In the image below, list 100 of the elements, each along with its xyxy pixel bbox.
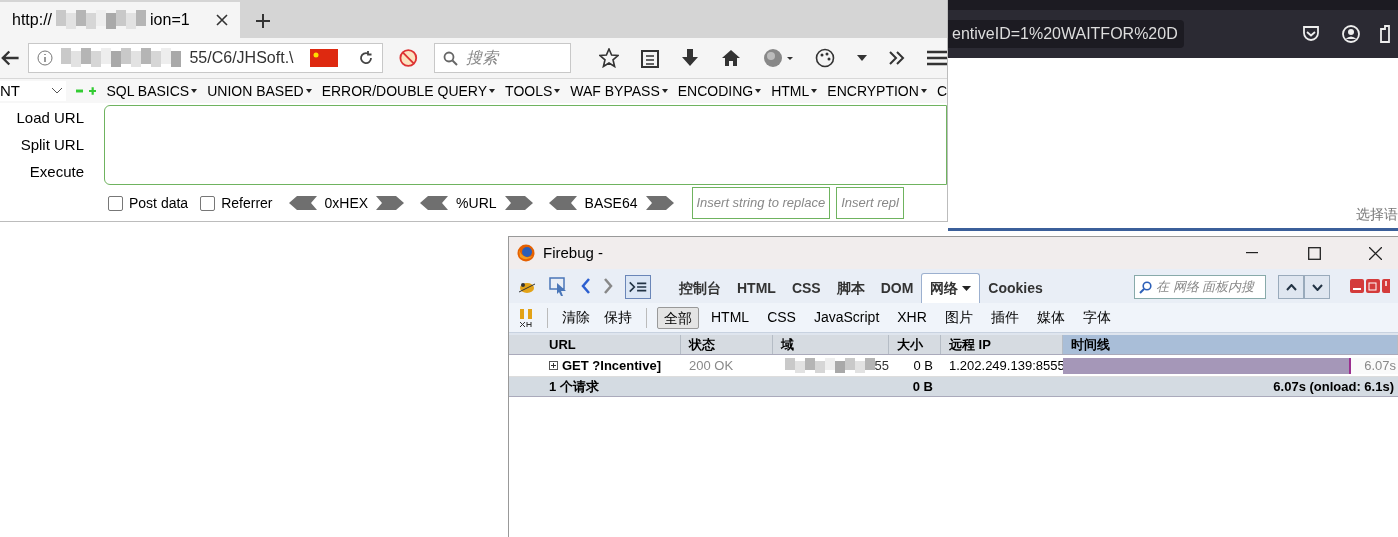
chevron-down-icon <box>1311 283 1323 291</box>
filter-button[interactable]: XHR <box>891 306 933 329</box>
overflow-icon[interactable] <box>889 51 905 66</box>
right-arrow-icon[interactable] <box>376 196 405 211</box>
search-field[interactable]: 在 网络 面板内搜 <box>1134 275 1266 299</box>
next-button[interactable] <box>1304 275 1330 299</box>
menu-button[interactable]: UNION BASED <box>207 80 312 102</box>
plus-icon[interactable] <box>256 13 270 28</box>
menu-icon[interactable] <box>927 50 947 67</box>
close-icon[interactable] <box>1369 246 1382 260</box>
size-cell-text: 0 B <box>912 356 934 375</box>
action-button[interactable]: Load URL <box>0 107 104 129</box>
reload-icon[interactable] <box>358 50 375 67</box>
maximize-icon[interactable] <box>1308 246 1321 260</box>
column-header[interactable]: URL <box>541 335 681 354</box>
encoder-label: 0xHEX <box>324 193 369 213</box>
encoder-label: BASE64 <box>584 193 638 213</box>
forward-icon[interactable] <box>603 278 613 294</box>
toolbar-button[interactable]: 保持 <box>600 307 636 328</box>
column-header[interactable]: 时间线 <box>1063 335 1398 354</box>
timeline-time: 6.07s <box>1364 357 1396 374</box>
column-header[interactable]: 域 <box>773 335 889 354</box>
caret-icon <box>305 89 312 94</box>
minimize-icon[interactable] <box>1246 252 1258 254</box>
back-icon[interactable] <box>581 278 591 294</box>
menu-button[interactable]: ERROR/DOUBLE QUERY <box>321 80 496 102</box>
browser-tab[interactable]: http:// ion=1 <box>0 1 240 38</box>
menu-button[interactable]: ENCODING <box>677 80 762 102</box>
palette-icon[interactable] <box>815 48 835 69</box>
remote-ip-cell-text: 1.202.249.139:8555 <box>948 356 1063 375</box>
restore-icon[interactable] <box>1366 279 1380 293</box>
replace-field[interactable]: Insert repl <box>836 187 904 220</box>
language-label[interactable]: 选择语 <box>1356 204 1398 225</box>
menu-button[interactable]: HTML <box>771 80 818 102</box>
info-icon[interactable] <box>37 50 54 67</box>
filter-button[interactable]: JavaScript <box>807 306 886 329</box>
search-field[interactable]: 搜索 <box>433 43 571 74</box>
expand-icon[interactable] <box>549 361 558 370</box>
clipboard-icon[interactable] <box>641 48 659 69</box>
account-icon[interactable] <box>1342 25 1360 43</box>
status-cell-text: 200 OK <box>688 356 735 375</box>
right-arrow-icon[interactable] <box>645 196 674 211</box>
panel-tab[interactable]: 控制台 <box>671 273 729 303</box>
left-arrow-icon[interactable] <box>288 196 317 211</box>
flag-icon <box>310 49 339 68</box>
panel-tab[interactable]: 网络 <box>921 273 981 303</box>
total-time: 6.07s (onload: 6.1s) <box>1272 377 1395 396</box>
action-button[interactable]: Execute <box>0 161 104 183</box>
left-arrow-icon[interactable] <box>548 196 577 211</box>
encoder-label: %URL <box>456 193 497 213</box>
caret-icon <box>811 89 818 94</box>
total-size: 0 B <box>911 377 934 396</box>
panel-tab[interactable]: HTML <box>729 273 784 303</box>
caret-icon <box>191 89 198 94</box>
toolbar-button[interactable]: 清除 <box>558 307 594 328</box>
filter-button[interactable]: 媒体 <box>1030 306 1071 329</box>
action-button[interactable]: Split URL <box>0 134 104 156</box>
menu-button[interactable]: ENCRYPTION <box>827 80 927 102</box>
previous-button[interactable] <box>1278 275 1304 299</box>
menu-button[interactable]: SQL BASICS <box>106 80 198 102</box>
caret-icon[interactable] <box>857 55 867 62</box>
select-field[interactable]: NT <box>0 81 66 102</box>
replace-field[interactable]: Insert string to replace <box>691 187 831 220</box>
panel-tab[interactable]: 脚本 <box>828 273 873 303</box>
caret-icon <box>920 89 927 94</box>
caret-icon <box>489 89 496 94</box>
filter-button[interactable]: HTML <box>705 306 756 329</box>
filter-button[interactable]: 全部 <box>657 306 699 329</box>
panel-tab[interactable]: CSS <box>783 273 829 303</box>
search-icon <box>442 50 458 66</box>
home-icon[interactable] <box>721 49 741 68</box>
address-bar[interactable]: 55/C6/JHSoft.\ <box>28 43 384 74</box>
globe-icon[interactable] <box>763 48 793 69</box>
tab-title: ion=1 <box>150 9 190 30</box>
menu-button[interactable]: TOOLS <box>505 80 561 102</box>
filter-button[interactable]: 字体 <box>1076 306 1117 329</box>
checkbox-label: Referrer <box>221 193 273 213</box>
checkbox[interactable] <box>200 195 216 211</box>
minimize-icon[interactable] <box>1350 279 1364 293</box>
filter-button[interactable]: CSS <box>761 306 802 329</box>
column-header[interactable]: 状态 <box>681 335 773 354</box>
blocked-icon[interactable] <box>399 48 418 69</box>
checkbox[interactable] <box>108 195 123 211</box>
close-icon[interactable] <box>216 13 228 26</box>
firefox-icon <box>517 244 535 262</box>
left-arrow-icon[interactable] <box>420 196 449 211</box>
panel-tab[interactable]: DOM <box>872 273 922 303</box>
menu-button[interactable]: C <box>936 80 947 102</box>
menu-button[interactable]: WAF BYPASS <box>570 80 668 102</box>
pocket-icon[interactable] <box>1302 26 1320 42</box>
chevron-up-icon <box>1285 283 1297 291</box>
column-header[interactable]: 大小 <box>889 335 941 354</box>
star-icon[interactable] <box>599 48 619 69</box>
domain-cell-text: 55 <box>874 356 889 375</box>
panel-tab[interactable]: Cookies <box>980 273 1051 303</box>
right-arrow-icon[interactable] <box>504 196 533 211</box>
filter-button[interactable]: 图片 <box>938 306 979 329</box>
window-title: Firebug - <box>543 242 604 263</box>
address-bar[interactable]: entiveID=1%20WAITFOR%20D <box>948 20 1184 48</box>
filter-button[interactable]: 插件 <box>984 306 1025 329</box>
